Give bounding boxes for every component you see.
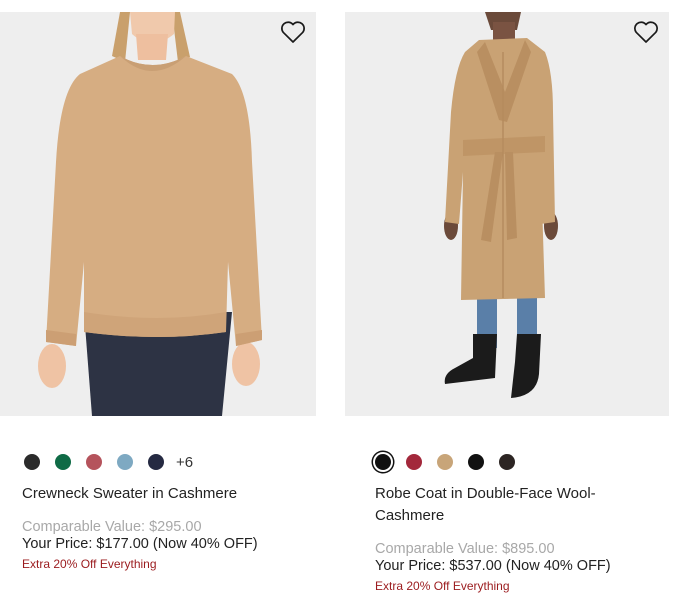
promo-text: Extra 20% Off Everything [22,557,157,571]
color-swatch-camel[interactable] [437,454,453,470]
color-swatches [375,452,669,472]
product-name[interactable]: Crewneck Sweater in Cashmere [22,483,282,505]
color-swatch-black-selected[interactable] [375,454,391,470]
wishlist-heart-icon[interactable] [633,20,659,44]
more-colors-link[interactable]: +6 [176,454,193,471]
color-swatch-navy[interactable] [148,454,164,470]
wishlist-heart-icon[interactable] [280,20,306,44]
color-swatch-black[interactable] [468,454,484,470]
product-image-coat[interactable] [345,12,669,416]
color-swatch-green[interactable] [55,454,71,470]
product-name[interactable]: Robe Coat in Double-Face Wool-Cashmere [375,483,625,527]
product-card-robe-coat[interactable]: Robe Coat in Double-Face Wool-Cashmere C… [345,12,669,593]
sweater-model-illustration [0,12,316,416]
product-image-sweater[interactable] [0,12,316,416]
comparable-value: Comparable Value: $295.00 [22,519,202,535]
coat-model-illustration [345,12,669,416]
color-swatch-rose[interactable] [86,454,102,470]
product-card-crewneck-sweater[interactable]: +6 Crewneck Sweater in Cashmere Comparab… [0,12,316,571]
color-swatch-charcoal[interactable] [24,454,40,470]
your-price: Your Price: $177.00 (Now 40% OFF) [22,536,258,552]
color-swatch-brown[interactable] [499,454,515,470]
color-swatch-light-blue[interactable] [117,454,133,470]
your-price: Your Price: $537.00 (Now 40% OFF) [375,558,611,574]
comparable-value: Comparable Value: $895.00 [375,541,555,557]
color-swatches: +6 [24,452,316,472]
color-swatch-burgundy[interactable] [406,454,422,470]
promo-text: Extra 20% Off Everything [375,579,510,593]
